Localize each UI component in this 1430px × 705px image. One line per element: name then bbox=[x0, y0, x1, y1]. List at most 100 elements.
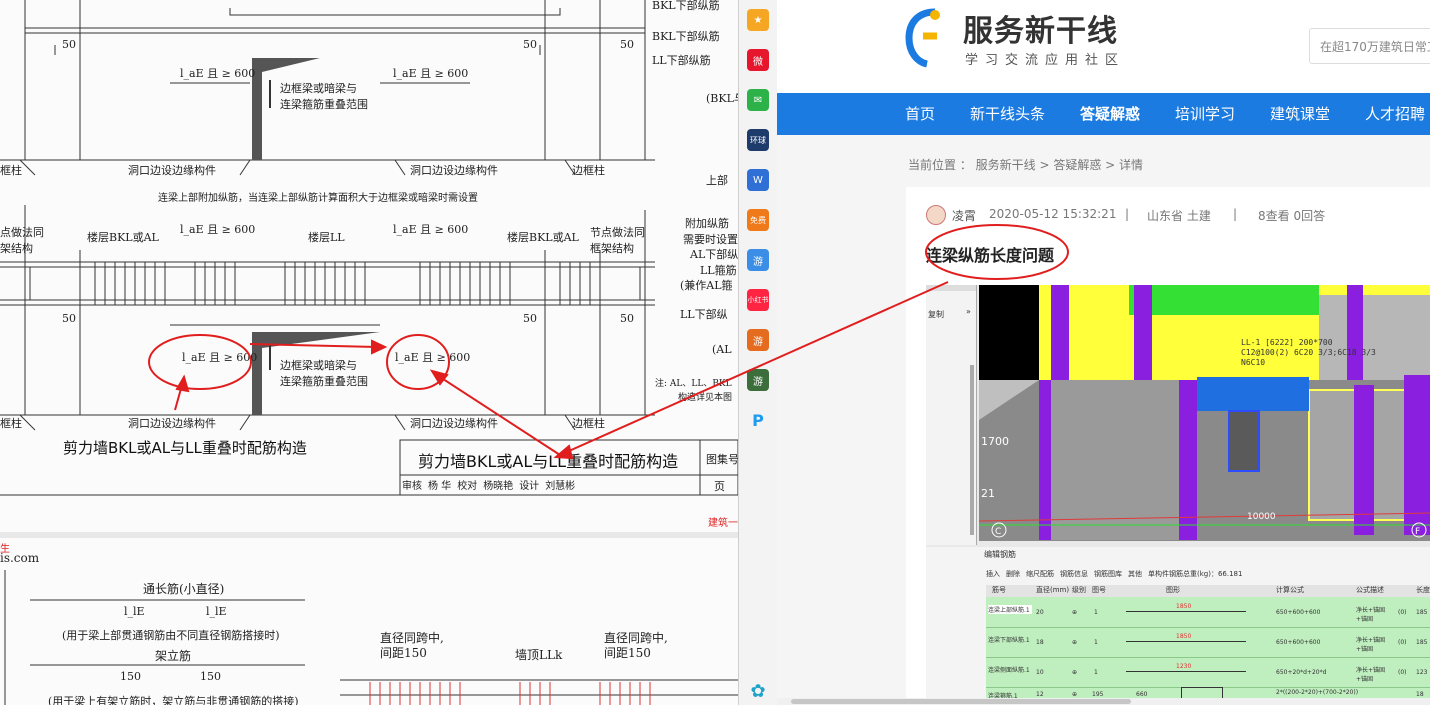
cell-desc: 净长+锚固+锚固 bbox=[1356, 637, 1386, 653]
site-logo-subtitle: 学习交流应用社区 bbox=[965, 53, 1126, 68]
model-3d-view: LL-1 [6222] 200*700 C12@100(2) 6C20 3/3;… bbox=[979, 285, 1430, 541]
note-label-2: 构造详见本图 bbox=[678, 393, 733, 403]
note-label: 注: AL、LL、BKL bbox=[655, 379, 732, 389]
doc-icon[interactable]: W bbox=[747, 169, 769, 191]
page-label: 页 bbox=[714, 480, 725, 493]
horizontal-scrollbar[interactable] bbox=[777, 698, 1430, 705]
sign-cell: 校对 bbox=[457, 481, 478, 492]
software-panel-bar bbox=[926, 285, 976, 291]
overlap-range-label: 边框梁或暗梁与 bbox=[280, 82, 357, 95]
avatar[interactable] bbox=[926, 205, 946, 225]
col-header: 长度 bbox=[1416, 586, 1430, 594]
add-long-label: 附加纵筋 bbox=[685, 217, 729, 230]
toolbar-delete-button[interactable]: 删除 bbox=[1006, 569, 1020, 583]
p-icon[interactable]: P bbox=[747, 409, 769, 431]
nav-qa[interactable]: 答疑解惑 bbox=[1080, 93, 1140, 135]
software-expand-icon: » bbox=[966, 307, 971, 316]
weibo-icon[interactable]: 微 bbox=[747, 49, 769, 71]
table-row[interactable]: 连梁上部纵筋.1 20 ⊕ 1 1850 650+600+600 净长+锚固+锚… bbox=[986, 597, 1430, 628]
cell-dia: 20 bbox=[1036, 609, 1044, 616]
footer-red-text: 建筑一 bbox=[708, 518, 738, 529]
nav-jobs[interactable]: 人才招聘 bbox=[1365, 93, 1425, 135]
ll-bottom-label-2: LL下部纵 bbox=[680, 308, 728, 321]
label-ll-bottom: LL下部纵筋 bbox=[652, 54, 711, 67]
label-bkl-or: (BKL与 bbox=[706, 92, 738, 105]
node-same-label: 点做法同 bbox=[0, 226, 44, 239]
news-icon[interactable]: 环球 bbox=[747, 129, 769, 151]
web-page: 服务新干线 学习交流应用社区 在超170万建筑日常工 首页 新干线头条 答疑解惑… bbox=[777, 0, 1430, 705]
game2-icon[interactable]: 游 bbox=[747, 329, 769, 351]
novel-icon[interactable]: 免费 bbox=[747, 209, 769, 231]
cell-length: 660 bbox=[1136, 691, 1148, 698]
label-bkl-bottom: BKL下部纵筋 bbox=[652, 0, 720, 12]
sign-cell: 审核 bbox=[402, 481, 422, 492]
site-logo-title[interactable]: 服务新干线 bbox=[963, 6, 1118, 50]
flower-icon[interactable]: ✿ bbox=[747, 680, 769, 702]
dim-lae-left: l_aE 且 ≥ 600 bbox=[180, 67, 256, 80]
question-screenshot[interactable]: 复制 » LL-1 [6222] 200*700 C12@100(2) 6C20… bbox=[926, 285, 1430, 705]
nav-headlines[interactable]: 新干线头条 bbox=[970, 93, 1045, 135]
mail-icon[interactable]: ✉ bbox=[747, 89, 769, 111]
frame-col-label-2: 框柱 bbox=[0, 417, 22, 430]
redbook-icon[interactable]: 小红书 bbox=[747, 289, 769, 311]
dim-50-mid-left: 50 bbox=[62, 312, 76, 325]
cell-name: 连梁下部纵筋.1 bbox=[988, 637, 1030, 644]
atlas-no-label: 图集号 bbox=[706, 453, 738, 466]
spacing-label-1: 间距150 bbox=[380, 646, 427, 660]
dim-50-mid-right: 50 bbox=[620, 312, 634, 325]
toolbar-info-button[interactable]: 钢筋信息 bbox=[1060, 569, 1088, 583]
through-note: (用于梁上部贯通钢筋由不同直径钢筋搭接时) bbox=[62, 629, 280, 642]
toolbar-insert-button[interactable]: 插入 bbox=[986, 569, 1000, 583]
scrollbar-thumb[interactable] bbox=[791, 699, 1131, 704]
side-col-label-2: 边框柱 bbox=[572, 417, 605, 430]
erect-note: (用于梁上有架立筋时，架立筋与非贯通钢筋的搭接) bbox=[48, 695, 299, 705]
table-row[interactable]: 连梁侧面纵筋.1 10 ⊕ 1 1230 650+20*d+20*d 净长+锚固… bbox=[986, 657, 1430, 688]
star-icon[interactable]: ★ bbox=[747, 9, 769, 31]
toolbar-library-button[interactable]: 钢筋图库 bbox=[1094, 569, 1122, 583]
nav-classroom[interactable]: 建筑课堂 bbox=[1270, 93, 1330, 135]
software-copy-label: 复制 bbox=[928, 310, 944, 319]
title-block-name: 剪力墙BKL或AL与LL重叠时配筋构造 bbox=[418, 452, 679, 471]
cell-count: (0) bbox=[1398, 609, 1407, 616]
nav-training[interactable]: 培训学习 bbox=[1175, 93, 1235, 135]
search-input[interactable]: 在超170万建筑日常工 bbox=[1309, 28, 1430, 64]
frame-col-label: 框柱 bbox=[0, 164, 22, 177]
game-icon[interactable]: 游 bbox=[747, 249, 769, 271]
rebar-table-header: 筋号 直径(mm) 级别 图号 图形 计算公式 公式描述 长度 bbox=[986, 585, 1430, 597]
cell-shape bbox=[1126, 671, 1246, 672]
cell-desc: 净长+锚固+锚固 bbox=[1356, 667, 1386, 683]
also-al-label: (兼作AL箍 bbox=[680, 279, 733, 292]
table-row[interactable]: 连梁下部纵筋.1 18 ⊕ 1 1850 650+600+600 净长+锚固+锚… bbox=[986, 627, 1430, 658]
dim-lae-mid-left: l_aE 且 ≥ 600 bbox=[180, 223, 256, 236]
dim-lae-mid-right: l_aE 且 ≥ 600 bbox=[393, 223, 469, 236]
nav-home[interactable]: 首页 bbox=[905, 93, 935, 135]
through-bar-label: 通长筋(小直径) bbox=[143, 582, 225, 596]
opening-member-label-4: 洞口边设边缘构件 bbox=[410, 417, 498, 430]
author-name[interactable]: 凌霄 bbox=[952, 207, 976, 224]
software-scrollbar bbox=[970, 365, 974, 535]
cell-grade: ⊕ bbox=[1072, 669, 1078, 676]
cell-count: (0) bbox=[1398, 669, 1407, 676]
toolbar-scale-button[interactable]: 缩尺配筋 bbox=[1026, 569, 1054, 583]
toolbar-other-button[interactable]: 其他 bbox=[1128, 569, 1142, 583]
cell-name: 连梁上部纵筋.1 bbox=[988, 605, 1032, 614]
model-dim-label: 10000 bbox=[1247, 512, 1276, 522]
label-bkl-bottom-2: BKL下部纵筋 bbox=[652, 30, 720, 43]
cell-formula: 650+600+600 bbox=[1276, 609, 1321, 616]
cell-shape bbox=[1126, 611, 1246, 612]
cell-formula: 2*((200-2*20)+(700-2*20)) bbox=[1276, 689, 1359, 696]
frame-struct-label: 架结构 bbox=[0, 242, 33, 255]
game3-icon[interactable]: 游 bbox=[747, 369, 769, 391]
cell-grade: ⊕ bbox=[1072, 609, 1078, 616]
col-header: 筋号 bbox=[992, 586, 1006, 594]
frame-struct-label-2: 框架结构 bbox=[590, 242, 634, 255]
spacing-label-2: 间距150 bbox=[604, 646, 651, 660]
site-logo-icon[interactable] bbox=[903, 6, 943, 68]
dim-lae-low-right: l_aE 且 ≥ 600 bbox=[395, 351, 471, 364]
opening-member-label: 洞口边设边缘构件 bbox=[128, 164, 216, 177]
breadcrumb[interactable]: 当前位置 ： 服务新干线 > 答疑解惑 > 详情 bbox=[908, 156, 1143, 173]
ll-stirrup-label: LL箍筋 bbox=[700, 264, 737, 277]
dim-lae-right: l_aE 且 ≥ 600 bbox=[393, 67, 469, 80]
rebar-edit-panel: 编辑钢筋 插入 删除 缩尺配筋 钢筋信息 钢筋图库 其他 单构件钢筋总重(kg)… bbox=[926, 547, 1430, 705]
model-axis-label: 21 bbox=[981, 487, 995, 500]
